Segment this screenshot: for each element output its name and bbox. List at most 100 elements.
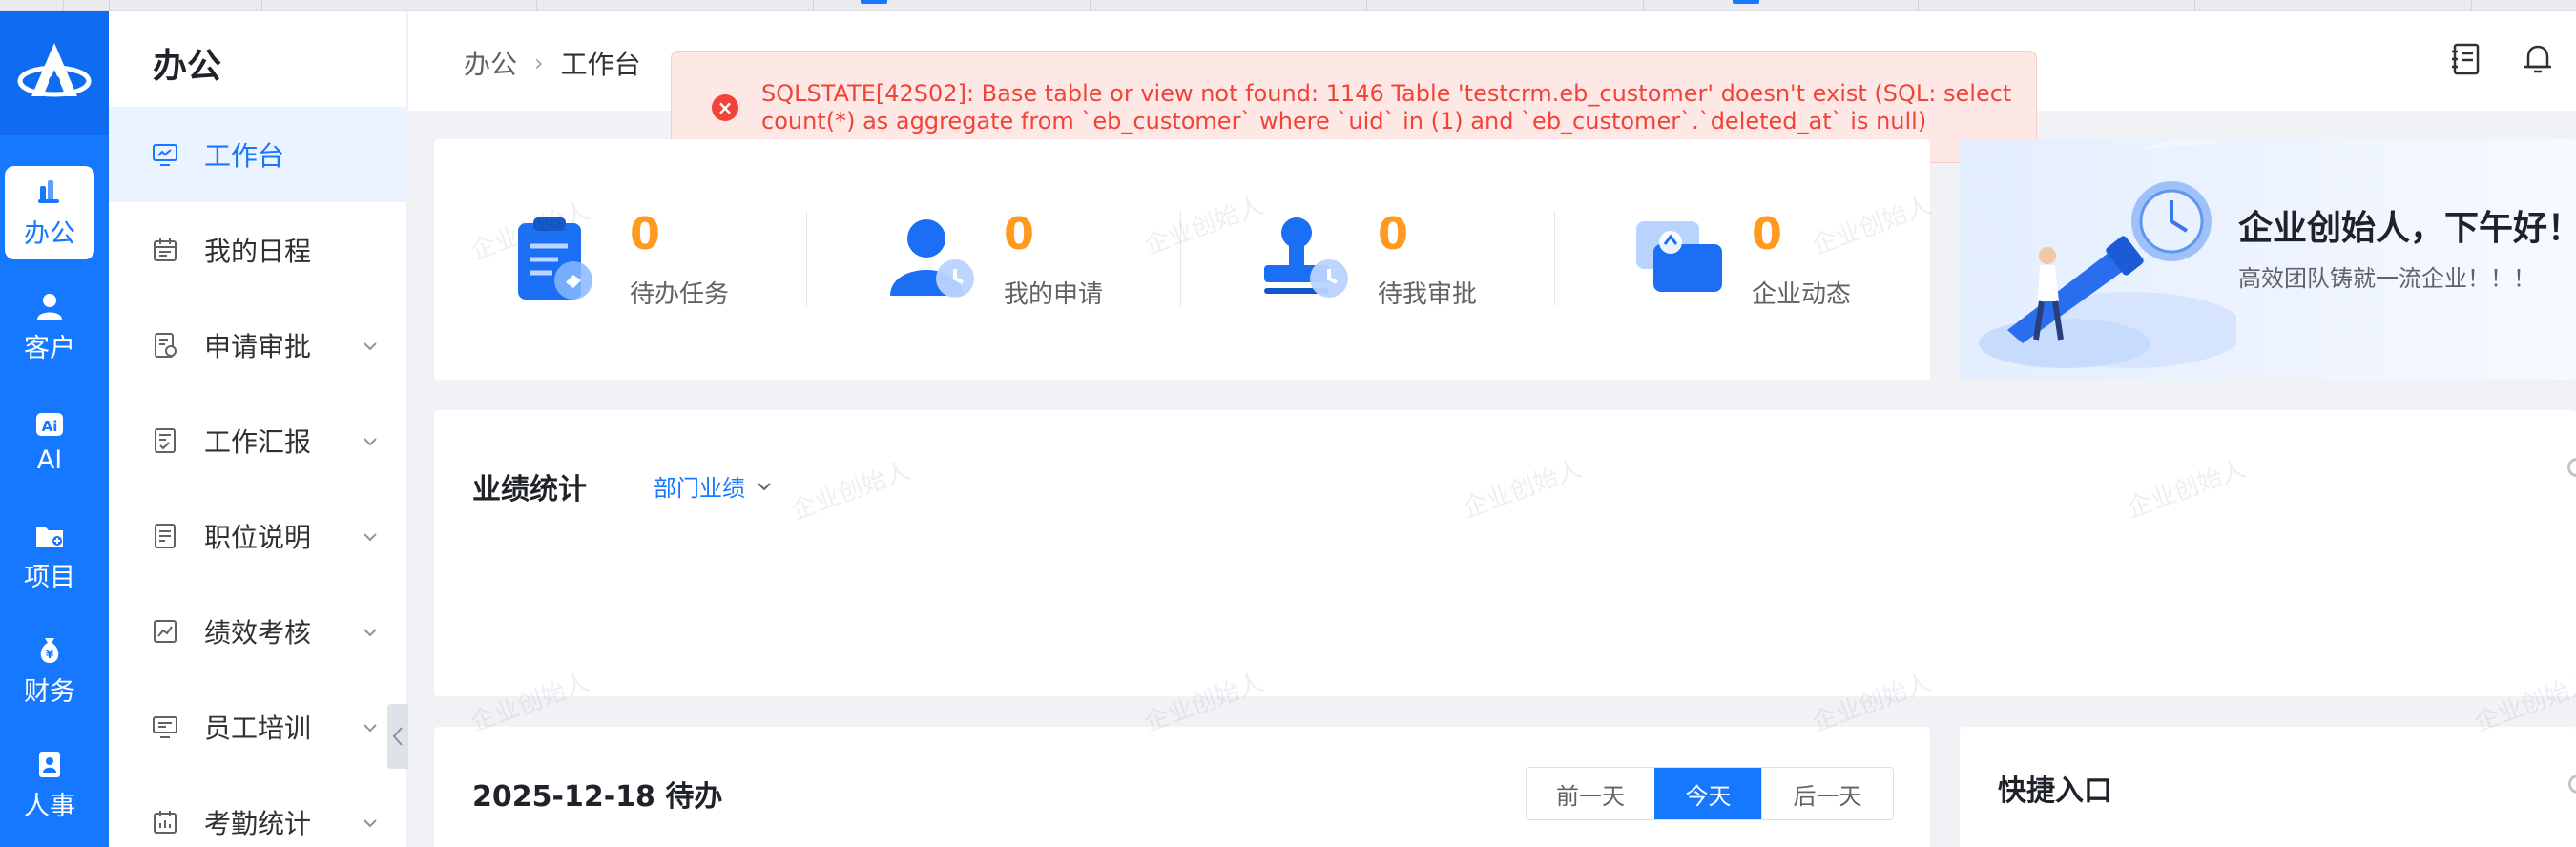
sidebar-item-label: 我的日程 — [204, 236, 312, 267]
sidebar-item-label: 绩效考核 — [204, 617, 312, 649]
rail-label: 客户 — [24, 333, 75, 363]
module-title: 办公 — [153, 47, 222, 86]
attendance-icon — [151, 808, 179, 837]
sidebar-item-label: 员工培训 — [204, 713, 312, 744]
training-icon — [151, 713, 179, 741]
chevron-down-icon — [364, 342, 377, 351]
rail-item-finance[interactable]: ¥ 财务 — [5, 624, 94, 717]
chat-icon — [1636, 221, 1722, 292]
money-bag-icon: ¥ — [40, 637, 59, 663]
error-message: SQLSTATE[42S02]: Base table or view not … — [761, 80, 2012, 134]
tab-divider — [813, 0, 814, 11]
tab-divider — [2471, 0, 2472, 11]
chevron-down-icon — [364, 629, 377, 637]
rail-item-hr[interactable]: 人事 — [5, 738, 94, 832]
project-folder-icon — [36, 527, 63, 547]
tab-indicator — [861, 0, 887, 4]
stat-my-applications[interactable]: 0 我的申请 — [808, 139, 1180, 380]
svg-text:Ai: Ai — [42, 418, 58, 435]
module-rail: 办公 客户 Ai AI 项目 ¥ 财务 人事 — [0, 11, 109, 847]
stat-value: 0 — [1752, 208, 1783, 259]
today-button[interactable]: 今天 — [1654, 768, 1761, 819]
stat-label: 企业动态 — [1752, 280, 1852, 309]
dropdown-value: 部门业绩 — [654, 475, 745, 502]
tab-divider — [1090, 0, 1091, 11]
stat-todo-tasks[interactable]: 0 待办任务 — [434, 139, 806, 380]
svg-text:¥: ¥ — [46, 648, 54, 661]
office-icon — [38, 179, 59, 203]
divider — [806, 211, 807, 306]
chevron-left-icon — [392, 727, 403, 746]
breadcrumb-parent[interactable]: 办公 — [464, 44, 517, 82]
sub-sidebar: 办公 工作台 我的日程 申请审批 工作汇报 职位说明 绩效考核 员工培训 考勤统… — [109, 11, 407, 847]
stat-pending-approval[interactable]: 0 待我审批 — [1182, 139, 1554, 380]
sidebar-item-label: 考勤统计 — [204, 808, 312, 839]
sidebar-item-label: 工作台 — [204, 140, 285, 172]
rail-label: AI — [36, 444, 63, 475]
sidebar-collapse-button[interactable] — [387, 704, 408, 769]
prev-day-button[interactable]: 前一天 — [1527, 768, 1654, 819]
tab-divider — [1643, 0, 1644, 11]
rail-item-office[interactable]: 办公 — [5, 166, 94, 259]
stamp-icon — [1264, 217, 1348, 298]
chevron-down-icon — [758, 482, 771, 490]
chart-icon — [151, 617, 179, 646]
app-logo — [0, 11, 109, 135]
greeting-banner: 企业创始人，下午好！ 高效团队铸就一流企业！！！ — [1960, 139, 2576, 380]
sidebar-item-workbench[interactable]: 工作台 — [109, 107, 407, 202]
tab-divider — [536, 0, 537, 11]
ai-icon: Ai — [36, 412, 63, 436]
todo-title: 2025-12-18 待办 — [472, 780, 723, 814]
next-day-button[interactable]: 后一天 — [1761, 768, 1893, 819]
quick-access-title: 快捷入口 — [1998, 775, 2112, 808]
sidebar-item-attendance[interactable]: 考勤统计 — [109, 775, 407, 847]
badge-icon — [39, 751, 60, 777]
rail-label: 人事 — [24, 791, 75, 821]
rail-label: 办公 — [24, 218, 75, 249]
performance-card: 业绩统计 部门业绩 — [434, 410, 2576, 696]
rail-item-ai[interactable]: Ai AI — [5, 395, 94, 488]
rail-item-project[interactable]: 项目 — [5, 509, 94, 603]
sidebar-item-report[interactable]: 工作汇报 — [109, 393, 407, 488]
stat-label: 我的申请 — [1004, 280, 1104, 309]
chevron-down-icon — [364, 533, 377, 542]
sidebar-item-job-description[interactable]: 职位说明 — [109, 488, 407, 584]
stat-label: 待办任务 — [630, 280, 730, 309]
monitor-icon — [151, 140, 179, 169]
rail-item-customer[interactable]: 客户 — [5, 280, 94, 374]
stats-card: 0 待办任务 0 我的申请 0 待我审批 0 企业动态 — [434, 139, 1930, 380]
sidebar-item-training[interactable]: 员工培训 — [109, 679, 407, 775]
breadcrumb-separator-icon: › — [534, 50, 544, 76]
settings-icon[interactable] — [2568, 775, 2576, 794]
divider — [1554, 211, 1555, 306]
performance-scope-dropdown[interactable]: 部门业绩 — [654, 469, 772, 503]
tab-divider — [261, 0, 262, 11]
calendar-icon — [151, 236, 179, 264]
clipboard-icon — [518, 217, 592, 300]
approval-icon — [151, 331, 179, 360]
error-icon: × — [712, 94, 738, 121]
breadcrumb-current: 工作台 — [560, 49, 641, 80]
section-title: 业绩统计 — [472, 473, 587, 506]
window-tab-strip — [0, 0, 2576, 11]
sidebar-item-schedule[interactable]: 我的日程 — [109, 202, 407, 298]
sidebar-item-label: 工作汇报 — [204, 426, 312, 458]
stat-value: 0 — [1378, 208, 1409, 259]
sidebar-item-approval[interactable]: 申请审批 — [109, 298, 407, 393]
tab-divider — [2194, 0, 2195, 11]
todo-card: 2025-12-18 待办 前一天 今天 后一天 — [434, 727, 1930, 847]
settings-icon[interactable] — [2567, 458, 2576, 477]
notebook-icon[interactable] — [2446, 40, 2484, 78]
banner-greeting: 企业创始人，下午好！ — [2238, 209, 2576, 248]
divider — [1180, 211, 1181, 306]
sidebar-item-performance-review[interactable]: 绩效考核 — [109, 584, 407, 679]
sidebar-item-label: 申请审批 — [204, 331, 312, 362]
report-icon — [151, 426, 179, 455]
chevron-down-icon — [364, 724, 377, 733]
tab-indicator — [1733, 0, 1759, 4]
stat-company-news[interactable]: 0 企业动态 — [1556, 139, 1928, 380]
telescope-illustration — [1979, 139, 2236, 368]
tab-divider — [1918, 0, 1919, 11]
bell-icon[interactable] — [2519, 40, 2557, 78]
quick-access-card: 快捷入口 — [1960, 727, 2576, 847]
